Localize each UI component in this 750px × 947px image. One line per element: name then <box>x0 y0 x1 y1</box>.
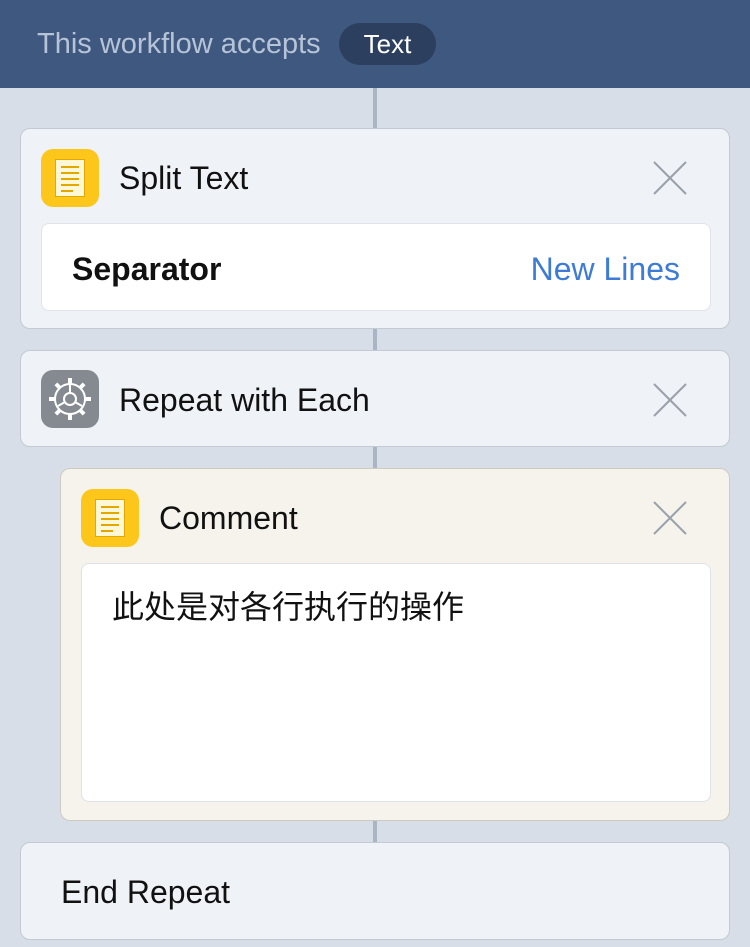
comment-text: 此处是对各行执行的操作 <box>112 588 465 626</box>
document-icon <box>81 489 139 547</box>
comment-title: Comment <box>159 500 298 536</box>
input-type-pill[interactable]: Text <box>338 23 437 65</box>
connector-line <box>373 329 377 351</box>
repeat-with-each-action[interactable]: Repeat with Each <box>20 350 730 447</box>
end-repeat-title: End Repeat <box>61 874 231 910</box>
connector-line <box>373 88 377 129</box>
accepts-label: This workflow accepts <box>37 27 321 60</box>
comment-action[interactable]: Comment 此处是对各行执行的操作 <box>60 468 730 821</box>
connector-line <box>373 821 377 843</box>
repeat-title: Repeat with Each <box>119 382 370 418</box>
separator-row[interactable]: Separator New Lines <box>41 223 711 311</box>
gear-icon <box>41 370 99 428</box>
workflow-header: This workflow accepts Text <box>0 0 750 88</box>
split-text-action[interactable]: Split Text Separator New Lines <box>20 128 730 329</box>
close-icon[interactable] <box>649 379 691 421</box>
split-text-title: Split Text <box>119 160 249 196</box>
separator-value[interactable]: New Lines <box>531 251 680 288</box>
comment-textarea[interactable]: 此处是对各行执行的操作 <box>81 563 711 802</box>
document-icon <box>41 149 99 207</box>
end-repeat-action[interactable]: End Repeat <box>20 842 730 940</box>
separator-label: Separator <box>72 251 222 287</box>
close-icon[interactable] <box>649 497 691 539</box>
connector-line <box>373 447 377 469</box>
close-icon[interactable] <box>649 157 691 199</box>
